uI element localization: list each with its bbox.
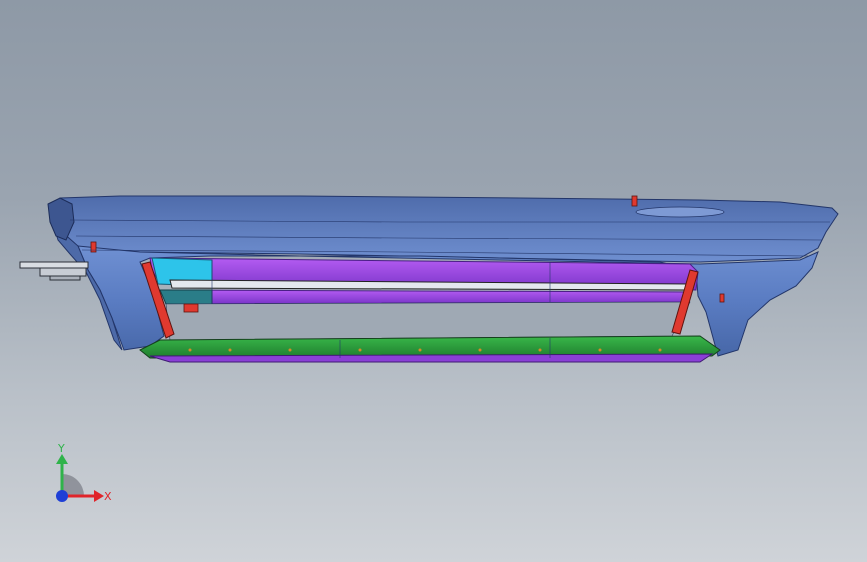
lower-valance-lip: [149, 353, 714, 363]
emblem-recess: [635, 206, 725, 218]
lower-opening: [165, 301, 691, 341]
cad-graphics-viewport[interactable]: Y X: [0, 0, 867, 562]
left-mount-bracket: [19, 261, 89, 281]
clip-pin-right: [719, 293, 725, 303]
clip-pin-left: [90, 241, 97, 253]
triad-z-axis-icon: [56, 490, 68, 502]
triad-x-arrow-icon: [94, 490, 104, 502]
clip-pin-top: [631, 195, 638, 207]
triad-y-arrow-icon: [56, 454, 68, 464]
grille-channel-lower: [161, 289, 691, 305]
bumper-3d-model[interactable]: [0, 0, 867, 562]
bumper-top-surface: [59, 195, 839, 263]
orientation-triad[interactable]: Y X: [40, 440, 130, 520]
triad-x-label: X: [104, 490, 112, 503]
grille-left-block: [159, 289, 213, 305]
clip-pin-lower: [183, 303, 199, 313]
triad-y-label: Y: [57, 442, 65, 455]
